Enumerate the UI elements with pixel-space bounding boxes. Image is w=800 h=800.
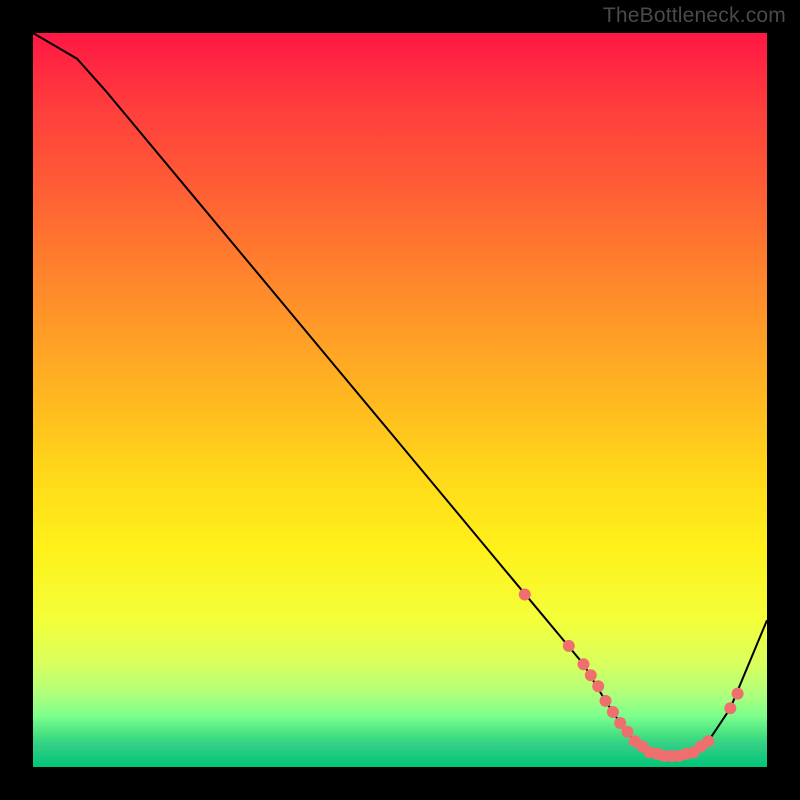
highlight-dot (563, 640, 575, 652)
curve-line (33, 33, 767, 756)
highlight-dot (585, 669, 597, 681)
highlight-dot (600, 695, 612, 707)
bottleneck-line-chart (33, 33, 767, 767)
highlight-dot (607, 706, 619, 718)
highlight-dot (732, 688, 744, 700)
watermark-text: TheBottleneck.com (603, 4, 786, 28)
highlight-dot (519, 589, 531, 601)
highlight-dot (702, 735, 714, 747)
highlight-dot (622, 726, 634, 738)
highlight-dot (592, 680, 604, 692)
highlight-dot (578, 658, 590, 670)
highlight-dot (724, 702, 736, 714)
